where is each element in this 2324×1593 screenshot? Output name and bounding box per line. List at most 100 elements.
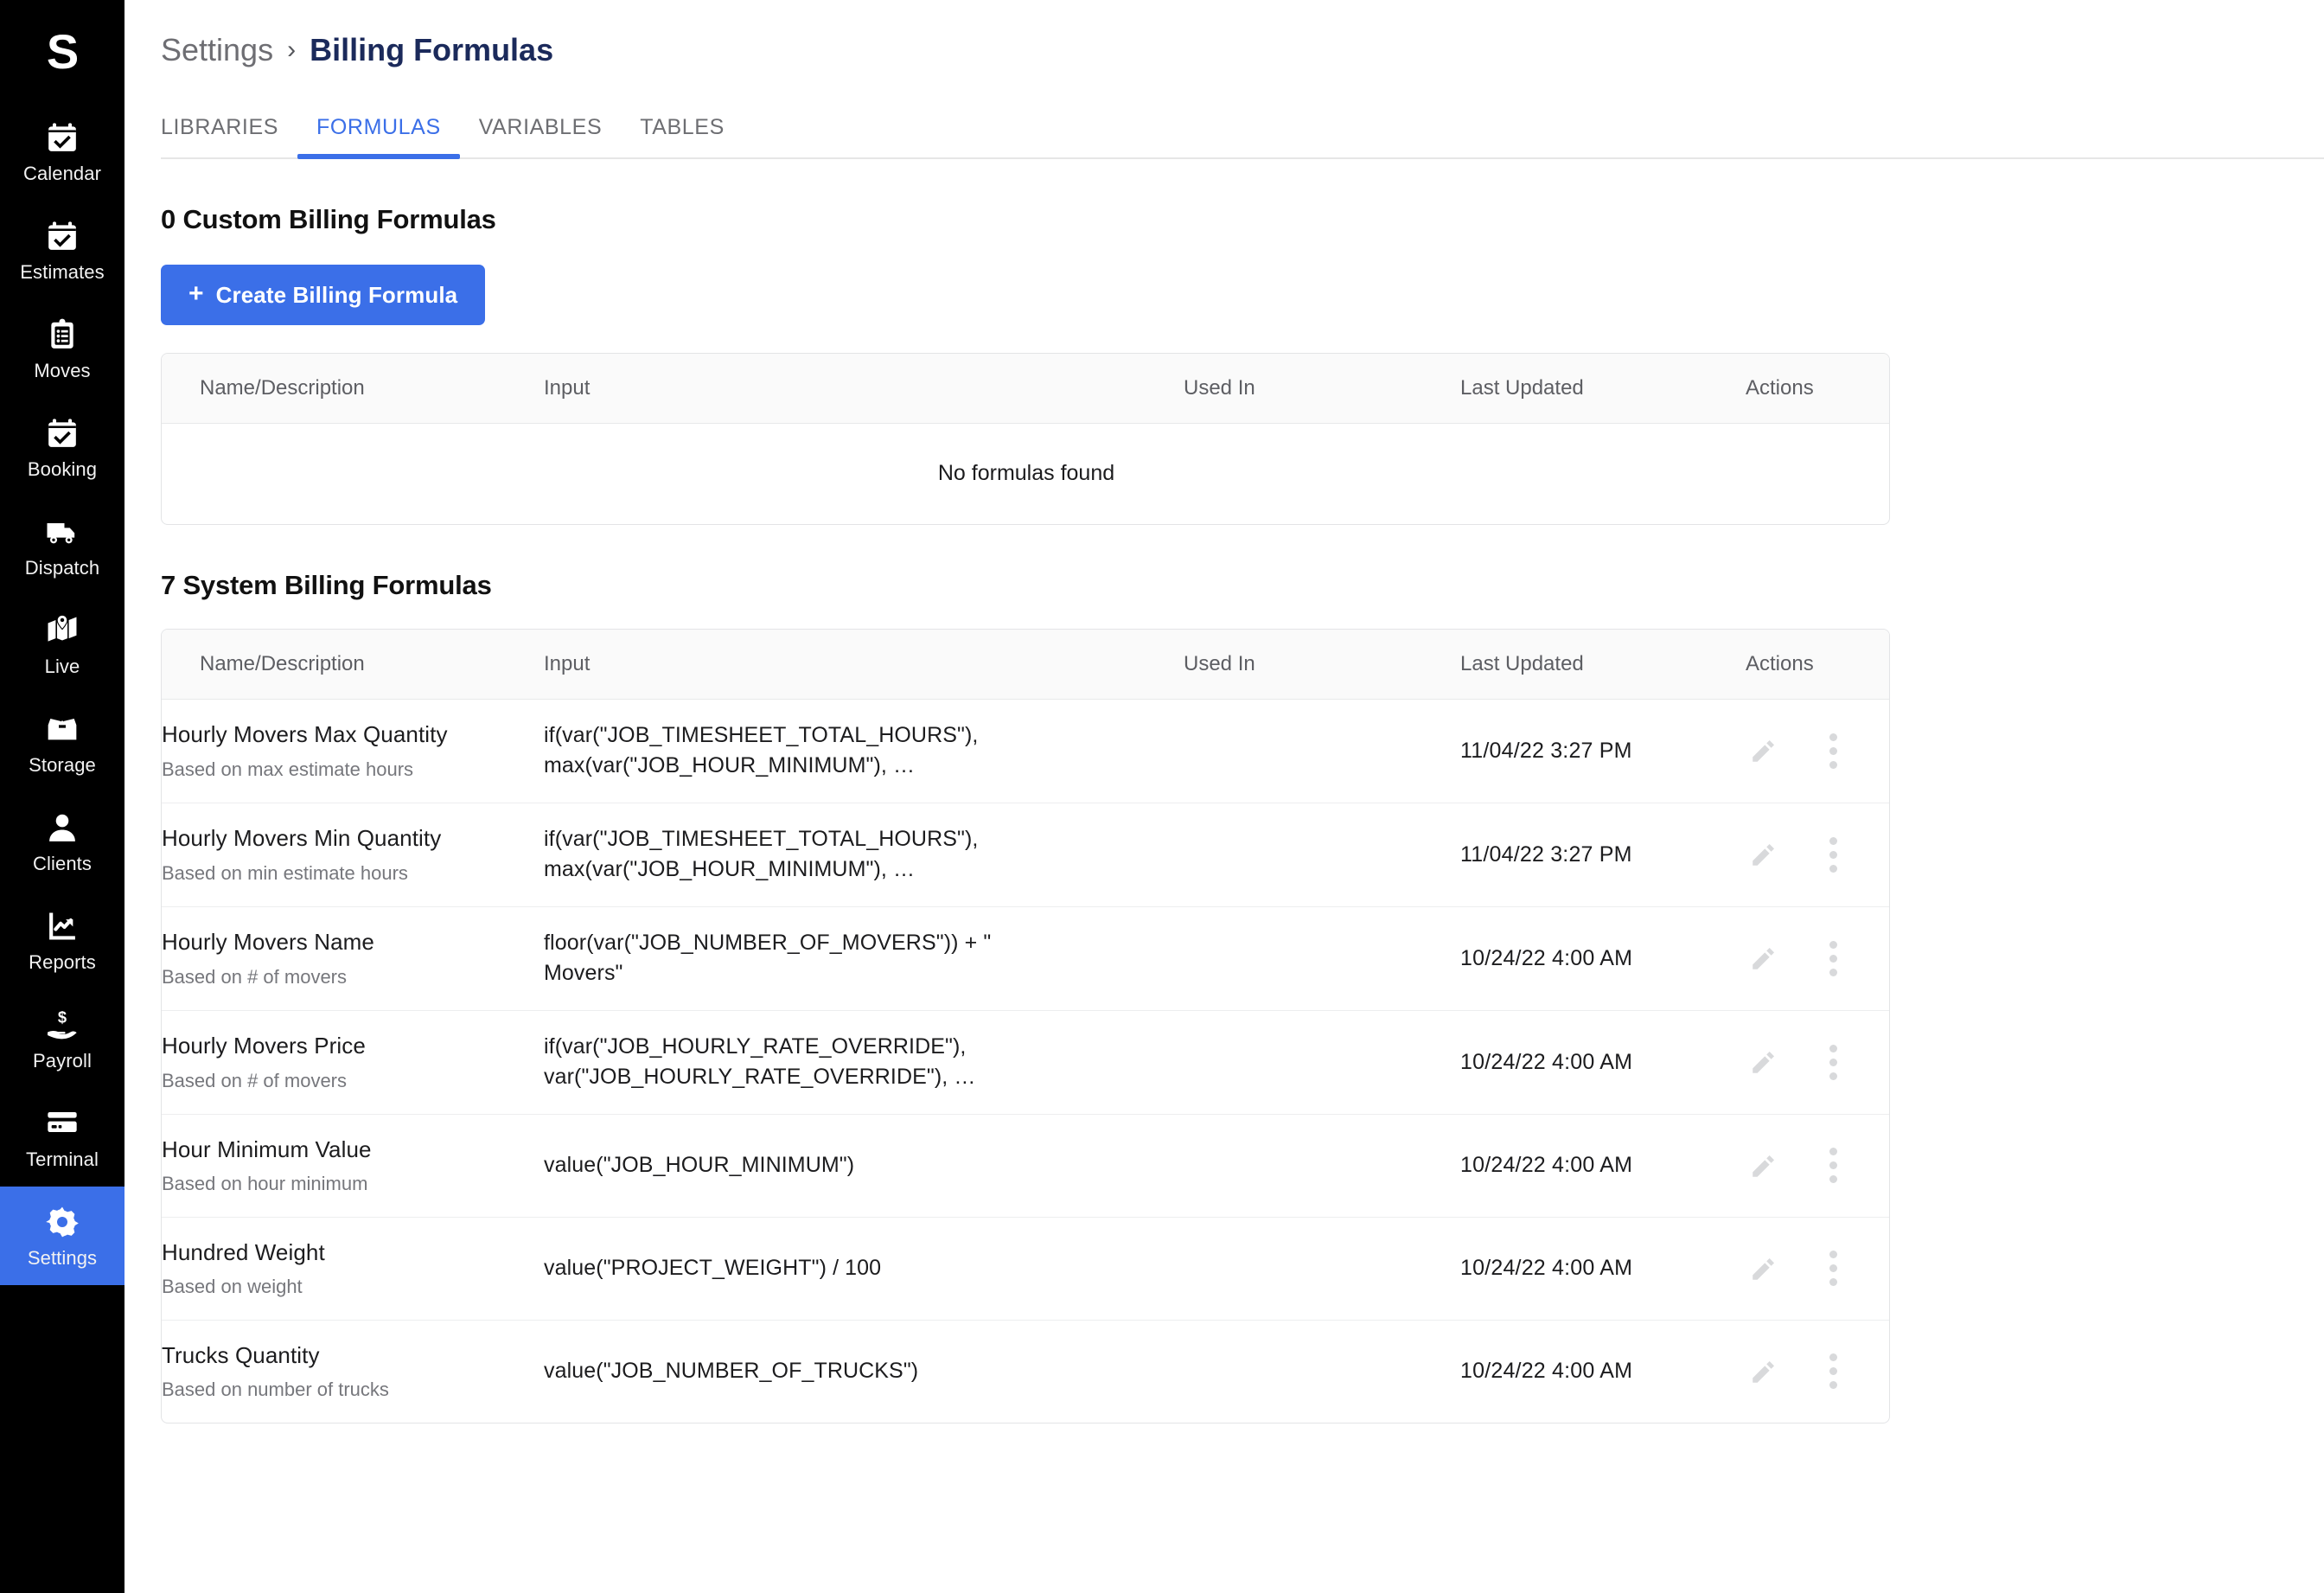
cell-used-in [1184,1217,1460,1321]
formula-name: Hundred Weight [162,1238,325,1265]
sidebar-item-reports[interactable]: Reports [0,891,124,989]
table-row[interactable]: Hourly Movers Name Based on # of movers fl… [162,906,1889,1011]
more-options-icon[interactable] [1815,1353,1851,1390]
formula-input: value("JOB_HOUR_MINIMUM") [544,1152,855,1177]
custom-formulas-table-body: No formulas found [162,424,1889,524]
calendar-check-icon [44,119,80,156]
edit-pencil-icon[interactable] [1746,1353,1782,1390]
row-action-group [1746,733,1889,769]
topbar: Settings › Billing Formulas LIBRARIES FOR… [124,0,2324,159]
tab-tables[interactable]: TABLES [621,115,744,157]
empty-state-message: No formulas found [937,461,1115,486]
tab-formulas[interactable]: FORMULAS [297,115,460,159]
table-row[interactable]: Hourly Movers Price Based on # of movers i… [162,1010,1889,1115]
more-options-icon[interactable] [1815,836,1851,873]
calendar-check-icon [44,415,80,451]
formula-last-updated: 10/24/22 4:00 AM [1460,1153,1633,1177]
more-options-icon[interactable] [1815,1251,1851,1287]
column-header-last-updated: Last Updated [1460,354,1746,424]
calendar-check-icon [44,218,80,254]
sidebar-item-terminal[interactable]: Terminal [0,1088,124,1187]
page-content: 0 Custom Billing Formulas + Create Billi… [124,159,2324,1423]
edit-pencil-icon[interactable] [1746,836,1782,873]
cell-used-in [1184,1320,1460,1423]
formula-description: Based on hour minimum [162,1173,368,1194]
cell-actions [1746,1320,1889,1423]
edit-pencil-icon[interactable] [1746,1148,1782,1184]
column-header-actions: Actions [1746,629,1889,700]
formula-name: Hourly Movers Max Quantity [162,721,448,747]
cell-input: if(var("JOB_TIMESHEET_TOTAL_HOURS"), max… [544,803,1184,907]
open-box-icon [44,711,80,747]
sidebar-item-label: Moves [34,360,91,381]
sidebar-item-dispatch[interactable]: Dispatch [0,496,124,595]
table-row[interactable]: Hourly Movers Min Quantity Based on min e… [162,803,1889,907]
column-header-used-in: Used In [1184,629,1460,700]
custom-formulas-table-head: Name/Description Input Used In Last Upda… [162,354,1889,424]
create-billing-formula-label: Create Billing Formula [215,281,458,308]
sidebar-item-moves[interactable]: Moves [0,299,124,398]
cell-name-description: Hourly Movers Min Quantity Based on min e… [162,803,544,907]
formula-name: Hourly Movers Min Quantity [162,825,442,851]
chart-line-icon [44,908,80,944]
sidebar-item-label: Reports [29,951,96,973]
sidebar-item-storage[interactable]: Storage [0,694,124,792]
system-formulas-table: Name/Description Input Used In Last Upda… [162,629,1889,1423]
brand-logo[interactable]: S [0,0,124,102]
cell-actions [1746,1010,1889,1115]
formula-last-updated: 10/24/22 4:00 AM [1460,1256,1633,1280]
sidebar-item-clients[interactable]: Clients [0,792,124,891]
formula-input: floor(var("JOB_NUMBER_OF_MOVERS")) + " M… [544,930,992,986]
cell-input: value("JOB_NUMBER_OF_TRUCKS") [544,1320,1184,1423]
formula-last-updated: 11/04/22 3:27 PM [1460,841,1632,867]
table-row[interactable]: Trucks Quantity Based on number of trucks… [162,1320,1889,1423]
more-options-icon[interactable] [1815,733,1851,769]
sidebar-item-calendar[interactable]: Calendar [0,102,124,201]
column-header-input: Input [544,629,1184,700]
formula-name: Hourly Movers Name [162,929,374,955]
cell-used-in [1184,699,1460,803]
system-formulas-heading: 7 System Billing Formulas [161,569,492,600]
tab-libraries[interactable]: LIBRARIES [142,115,297,157]
tab-variables[interactable]: VARIABLES [460,115,622,157]
create-billing-formula-button[interactable]: + Create Billing Formula [161,265,486,325]
formula-description: Based on number of trucks [162,1379,389,1400]
row-action-group [1746,1353,1889,1390]
more-options-icon[interactable] [1815,1148,1851,1184]
cell-input: if(var("JOB_TIMESHEET_TOTAL_HOURS"), max… [544,699,1184,803]
sidebar-item-booking[interactable]: Booking [0,398,124,496]
edit-pencil-icon[interactable] [1746,733,1782,769]
breadcrumb-parent[interactable]: Settings [161,32,273,68]
hand-dollar-icon: $ [44,1007,80,1043]
sidebar-item-estimates[interactable]: Estimates [0,201,124,299]
table-row[interactable]: Hundred Weight Based on weight value("PROJ… [162,1217,1889,1321]
sidebar-item-live[interactable]: Live [0,595,124,694]
edit-pencil-icon[interactable] [1746,940,1782,976]
sidebar-item-label: Payroll [33,1050,92,1072]
main-region: Settings › Billing Formulas LIBRARIES FOR… [124,0,2324,1593]
more-options-icon[interactable] [1815,1044,1851,1080]
row-action-group [1746,1148,1889,1184]
more-options-icon[interactable] [1815,940,1851,976]
sidebar-item-label: Dispatch [24,557,100,579]
table-row[interactable]: Hourly Movers Max Quantity Based on max e… [162,699,1889,803]
sidebar-item-settings[interactable]: Settings [0,1187,124,1285]
edit-pencil-icon[interactable] [1746,1044,1782,1080]
sidebar-item-label: Storage [29,754,96,776]
cell-last-updated: 11/04/22 3:27 PM [1460,699,1746,803]
cell-actions [1746,1217,1889,1321]
breadcrumb: Settings › Billing Formulas [161,0,2324,95]
page-title: Billing Formulas [310,32,554,67]
sidebar-item-label: Booking [27,458,98,480]
formula-name: Hour Minimum Value [162,1136,372,1162]
formula-description: Based on max estimate hours [162,758,414,780]
column-header-name: Name/Description [162,354,544,424]
formula-description: Based on min estimate hours [162,861,408,884]
sidebar-item-payroll[interactable]: $ Payroll [0,989,124,1088]
formula-name: Hourly Movers Price [162,1033,366,1059]
truck-icon [44,514,80,550]
edit-pencil-icon[interactable] [1746,1251,1782,1287]
table-row[interactable]: Hour Minimum Value Based on hour minimum v… [162,1114,1889,1218]
sidebar-item-label: Settings [27,1247,98,1269]
formula-name: Trucks Quantity [162,1341,320,1368]
